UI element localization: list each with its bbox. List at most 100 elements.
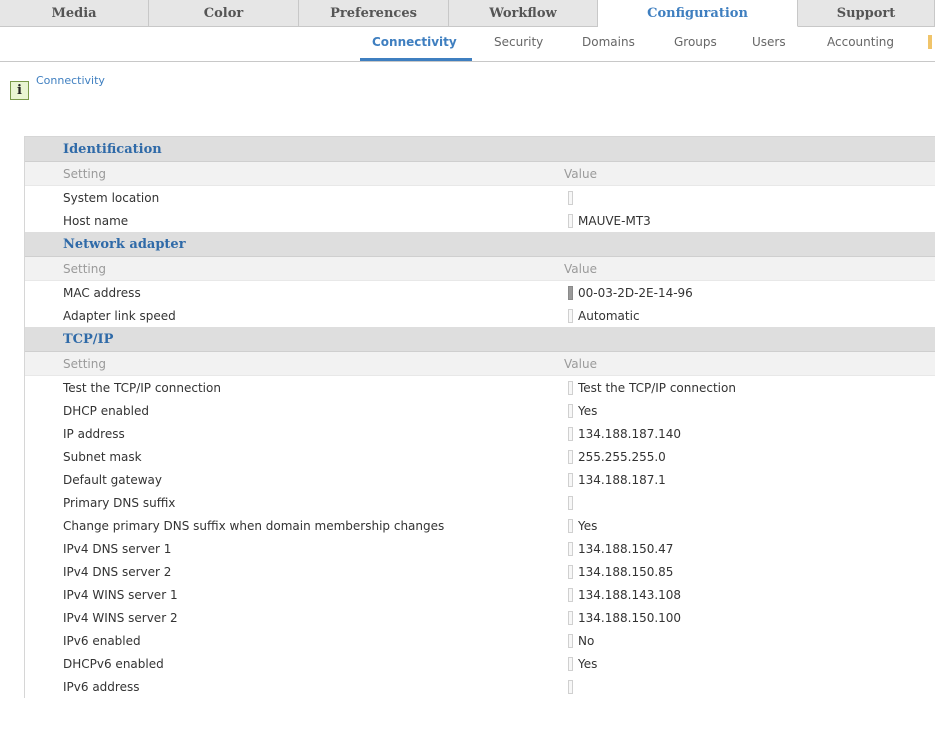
value-marker [568,633,573,648]
setting-value: 134.188.187.140 [568,426,682,441]
column-header-row: Setting Value [25,162,935,186]
setting-value-text: Yes [578,403,598,418]
value-marker [568,610,573,625]
setting-row-ipv4-wins-server-2[interactable]: IPv4 WINS server 2 134.188.150.100 [25,606,935,629]
value-column-header: Value [564,166,597,181]
setting-row-primary-dns-suffix[interactable]: Primary DNS suffix [25,491,935,514]
column-header-row: Setting Value [25,257,935,281]
subtab-connectivity[interactable]: Connectivity [372,35,457,49]
setting-row-subnet-mask[interactable]: Subnet mask 255.255.255.0 [25,445,935,468]
section-header-tcpip: TCP/IP [25,327,935,352]
setting-row-ipv4-dns-server-1[interactable]: IPv4 DNS server 1 134.188.150.47 [25,537,935,560]
subtab-users[interactable]: Users [752,35,786,49]
settings-table: Identification Setting Value System loca… [24,136,935,698]
setting-label: DHCPv6 enabled [63,656,164,671]
value-marker [568,426,573,441]
subtab-groups[interactable]: Groups [674,35,717,49]
section-header-network-adapter: Network adapter [25,232,935,257]
value-marker [568,679,573,694]
top-tab-bar: Media Color Preferences Workflow Configu… [0,0,935,27]
value-marker [568,495,573,510]
value-column-header: Value [564,356,597,371]
subtab-security[interactable]: Security [494,35,543,49]
setting-value: Yes [568,518,598,533]
setting-row-ipv4-dns-server-2[interactable]: IPv4 DNS server 2 134.188.150.85 [25,560,935,583]
setting-value: 00-03-2D-2E-14-96 [568,285,693,300]
value-marker [568,285,573,300]
setting-label: IP address [63,426,125,441]
setting-label: Subnet mask [63,449,142,464]
subtab-domains[interactable]: Domains [582,35,635,49]
setting-column-header: Setting [63,166,106,181]
value-column-header: Value [564,261,597,276]
setting-value [568,495,578,510]
column-header-row: Setting Value [25,352,935,376]
setting-value [568,190,578,205]
subtab-accounting[interactable]: Accounting [827,35,894,49]
setting-row-system-location[interactable]: System location [25,186,935,209]
tab-color[interactable]: Color [149,0,299,27]
value-marker [568,656,573,671]
setting-label: Change primary DNS suffix when domain me… [63,518,445,533]
setting-label: Default gateway [63,472,162,487]
setting-value: 134.188.150.85 [568,564,673,579]
tab-workflow[interactable]: Workflow [449,0,598,27]
setting-row-host-name[interactable]: Host name MAUVE-MT3 [25,209,935,232]
setting-value: MAUVE-MT3 [568,213,651,228]
setting-value-text: 134.188.187.1 [578,472,666,487]
setting-value: 255.255.255.0 [568,449,666,464]
setting-value-text: No [578,633,595,648]
setting-label: IPv4 DNS server 2 [63,564,172,579]
setting-value: 134.188.143.108 [568,587,682,602]
setting-value: 134.188.150.100 [568,610,681,625]
tab-label: Color [203,5,244,21]
tab-label: Configuration [647,5,748,21]
setting-row-test-tcpip-connection[interactable]: Test the TCP/IP connection Test the TCP/… [25,376,935,399]
setting-row-ipv6-enabled[interactable]: IPv6 enabled No [25,629,935,652]
setting-row-dhcpv6-enabled[interactable]: DHCPv6 enabled Yes [25,652,935,675]
setting-value: Automatic [568,308,640,323]
setting-value-text: Test the TCP/IP connection [578,380,736,395]
info-icon: i [10,81,29,100]
setting-row-adapter-link-speed[interactable]: Adapter link speed Automatic [25,304,935,327]
setting-row-ip-address[interactable]: IP address 134.188.187.140 [25,422,935,445]
setting-value-text: 00-03-2D-2E-14-96 [578,285,693,300]
setting-row-ipv4-wins-server-1[interactable]: IPv4 WINS server 1 134.188.143.108 [25,583,935,606]
value-marker [568,587,573,602]
value-marker [568,472,573,487]
setting-value: 134.188.187.1 [568,472,666,487]
setting-label: IPv4 WINS server 1 [63,587,178,602]
setting-column-header: Setting [63,356,106,371]
value-marker [568,190,573,205]
setting-row-mac-address[interactable]: MAC address 00-03-2D-2E-14-96 [25,281,935,304]
setting-value: Yes [568,656,597,671]
value-marker [568,308,573,323]
value-marker [568,564,573,579]
setting-row-ipv6-address[interactable]: IPv6 address [25,675,935,698]
setting-value-text: 134.188.150.47 [578,541,674,556]
section-header-identification: Identification [25,137,935,162]
tab-media[interactable]: Media [0,0,149,27]
active-subtab-indicator [360,58,472,61]
setting-label: Test the TCP/IP connection [63,380,221,395]
setting-label: IPv6 enabled [63,633,141,648]
tab-configuration[interactable]: Configuration [598,0,798,27]
tab-support[interactable]: Support [798,0,935,27]
setting-label: IPv4 DNS server 1 [63,541,172,556]
setting-value: 134.188.150.47 [568,541,674,556]
setting-value: Yes [568,403,598,418]
setting-label: MAC address [63,285,141,300]
setting-row-dhcp-enabled[interactable]: DHCP enabled Yes [25,399,935,422]
sub-tab-bar: Connectivity Security Domains Groups Use… [0,27,935,62]
value-marker [568,541,573,556]
tab-label: Media [51,5,97,21]
breadcrumb: Connectivity [36,74,105,87]
value-marker [568,518,573,533]
tab-preferences[interactable]: Preferences [299,0,449,27]
setting-row-change-dns-suffix[interactable]: Change primary DNS suffix when domain me… [25,514,935,537]
setting-row-default-gateway[interactable]: Default gateway 134.188.187.1 [25,468,935,491]
setting-value-text: 134.188.187.140 [578,426,682,441]
setting-value-text: Yes [578,518,598,533]
setting-value-text: 134.188.143.108 [578,587,682,602]
value-marker [568,403,573,418]
